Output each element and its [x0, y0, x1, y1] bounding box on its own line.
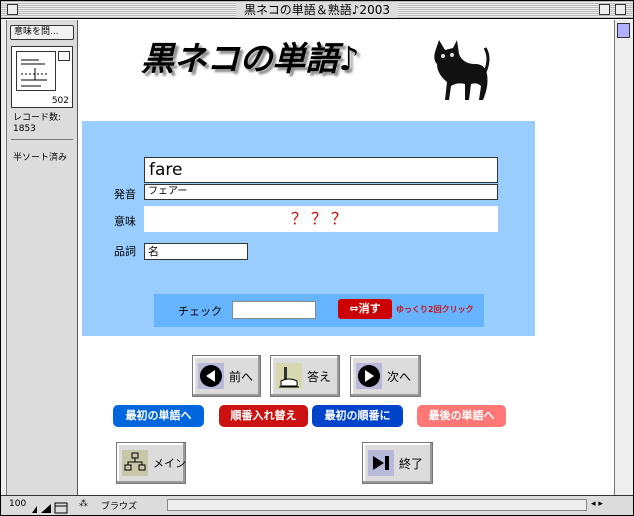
window-title: 黒ネコの単語＆熟語♪2003: [236, 2, 398, 18]
status-sidebar: 意味を問... 502 レコード数: 1853 半ソート済み: [7, 20, 78, 495]
first-order-button[interactable]: 最初の順番に: [312, 405, 403, 427]
close-box-icon[interactable]: [7, 4, 18, 15]
record-count-label: レコード数:: [13, 113, 62, 123]
status-toggle-icon[interactable]: ⁂: [79, 499, 88, 509]
zoom-box-icon[interactable]: [599, 4, 610, 15]
answer-button[interactable]: 答え: [270, 355, 340, 397]
pronunciation-label: 発音: [114, 188, 136, 201]
prev-label: 前へ: [229, 370, 254, 384]
pos-label: 品詞: [114, 245, 136, 258]
layout-menu-button[interactable]: 意味を問...: [10, 25, 74, 40]
main-button[interactable]: メイン: [116, 442, 186, 484]
meaning-label: 意味: [114, 215, 136, 228]
next-button[interactable]: 次へ: [350, 355, 421, 397]
zoom-controls-icon[interactable]: [31, 499, 71, 514]
app-window: 黒ネコの単語＆熟語♪2003 意味を問... 502 レコード数: 1853 半…: [0, 0, 634, 516]
scroll-arrows-icon[interactable]: ◂ ▸: [591, 499, 603, 509]
vertical-scrollbar[interactable]: [614, 20, 633, 495]
check-field[interactable]: [232, 301, 316, 319]
clear-button[interactable]: ⇔消す: [338, 299, 392, 319]
black-cat-icon: [434, 40, 490, 100]
last-word-button[interactable]: 最後の単語へ: [417, 405, 506, 427]
status-bar: 100 ⁂ ブラウズ ◂ ▸: [1, 495, 633, 515]
mode-label[interactable]: ブラウズ: [101, 499, 137, 512]
skip-end-icon: [368, 450, 394, 476]
main-label: メイン: [153, 457, 186, 470]
record-count: 1853: [13, 124, 36, 134]
first-word-button[interactable]: 最初の単語へ: [113, 405, 204, 427]
pronunciation-field[interactable]: フェアー: [144, 184, 498, 200]
word-field[interactable]: fare: [144, 157, 498, 183]
left-arrow-circle-icon: [198, 363, 224, 389]
check-label: チェック: [178, 305, 222, 318]
layout-content: 黒ネコの単語♪ fare 発音 フェアー 意味 ？？？ 品詞 名 チェック ⇔消…: [79, 20, 614, 495]
word-card: fare 発音 フェアー 意味 ？？？ 品詞 名 チェック ⇔消す ゆっくり2回…: [82, 121, 535, 336]
scroll-thumb[interactable]: [617, 23, 630, 38]
shuffle-button[interactable]: 順番入れ替え: [219, 405, 308, 427]
sort-status: 半ソート済み: [13, 153, 68, 163]
zoom-level[interactable]: 100: [9, 499, 26, 509]
answer-label: 答え: [307, 370, 332, 384]
right-arrow-circle-icon: [356, 363, 382, 389]
pos-field[interactable]: 名: [144, 243, 248, 260]
book-pages-icon: [16, 51, 56, 91]
check-panel: チェック ⇔消す ゆっくり2回クリック: [154, 294, 484, 327]
hierarchy-icon: [122, 450, 148, 476]
title-bar[interactable]: 黒ネコの単語＆熟語♪2003: [1, 1, 633, 19]
horizontal-scrollbar[interactable]: [167, 499, 587, 511]
book-tab-icon: [58, 51, 70, 61]
pencil-hand-icon: [276, 363, 302, 389]
record-number: 502: [51, 96, 69, 106]
next-label: 次へ: [387, 370, 412, 384]
meaning-field[interactable]: ？？？: [144, 206, 498, 232]
clear-hint: ゆっくり2回クリック: [396, 305, 474, 314]
collapse-box-icon[interactable]: [615, 4, 626, 15]
quit-label: 終了: [399, 457, 424, 471]
divider: [11, 139, 73, 140]
record-book-icon[interactable]: 502: [11, 46, 73, 108]
prev-button[interactable]: 前へ: [192, 355, 261, 397]
app-heading: 黒ネコの単語♪: [141, 39, 360, 78]
quit-button[interactable]: 終了: [362, 442, 433, 484]
